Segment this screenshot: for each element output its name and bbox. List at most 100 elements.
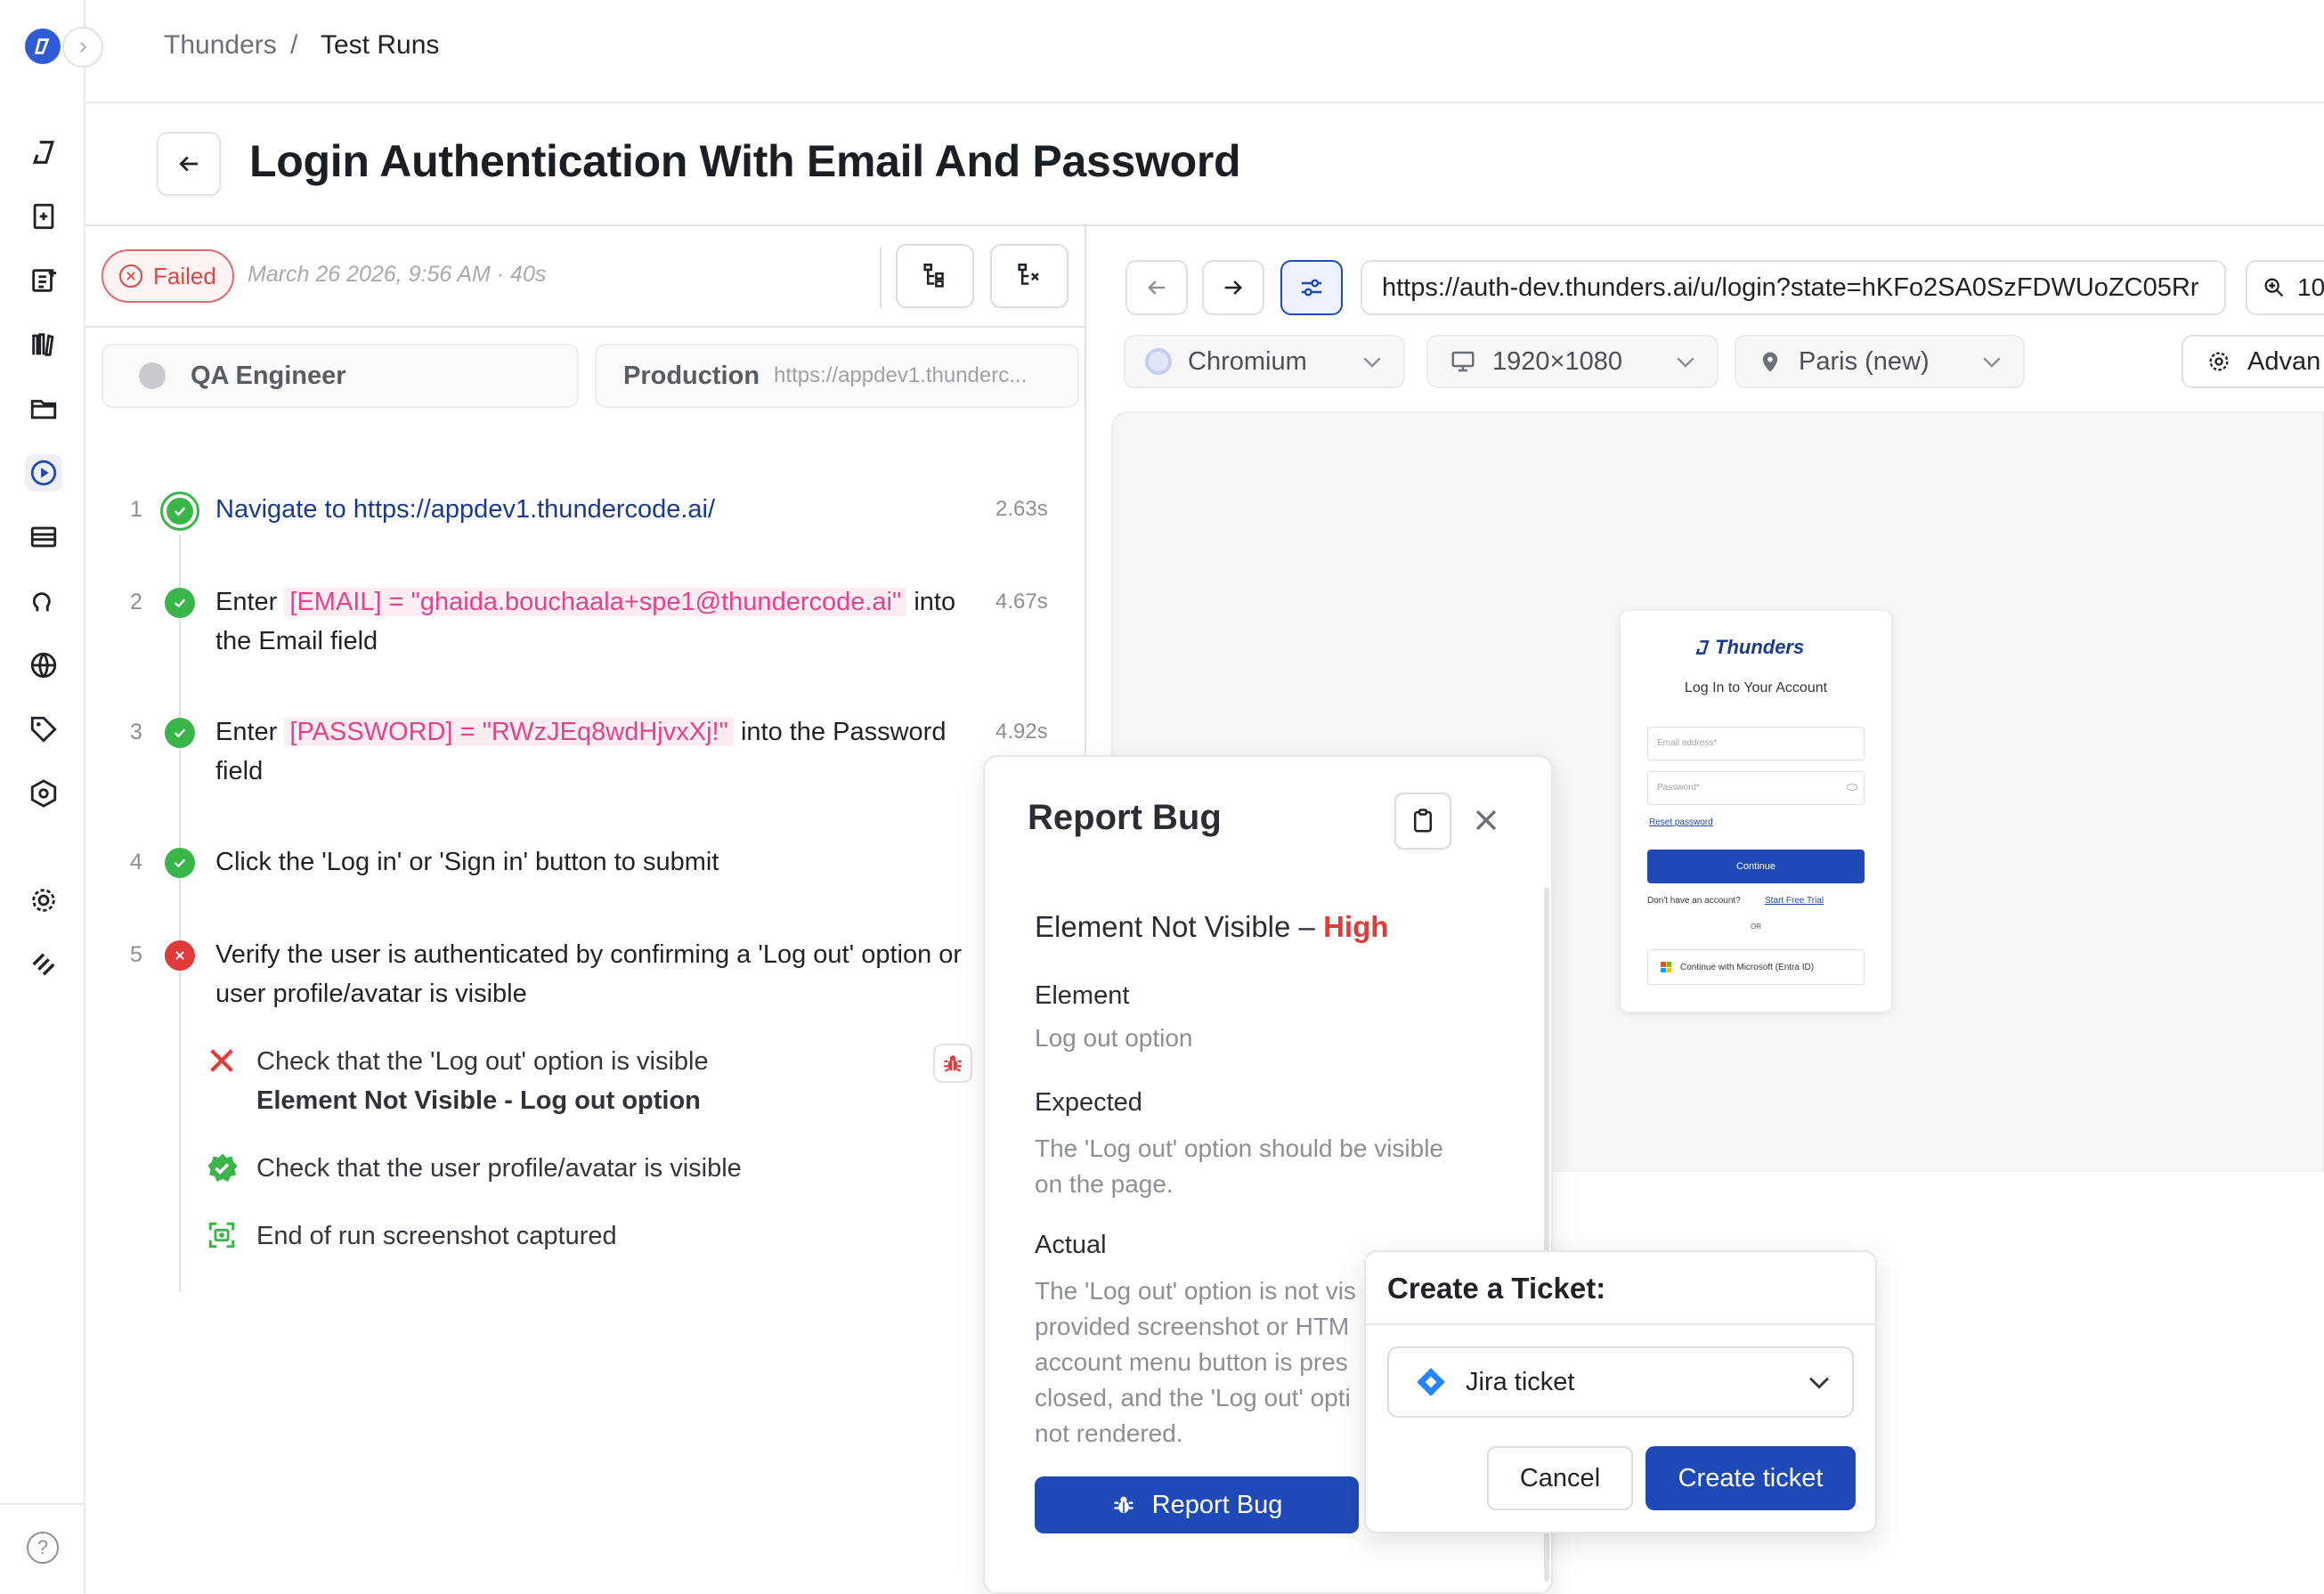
chromium-icon xyxy=(1145,348,1172,375)
resolution: 1920×1080 xyxy=(1492,346,1622,376)
preview-no-account: Don't have an account? xyxy=(1647,896,1741,906)
create-ticket-button[interactable]: Create ticket xyxy=(1645,1446,1856,1510)
actual-line: not rendered. xyxy=(1035,1419,1183,1447)
modal-title: Report Bug xyxy=(1028,798,1222,837)
app-logo-icon[interactable] xyxy=(25,28,61,64)
url-bar[interactable]: https://auth-dev.thunders.ai/u/login?sta… xyxy=(1361,260,2226,315)
check-circle-icon xyxy=(165,718,195,748)
preview-password-input[interactable]: Password* xyxy=(1647,771,1865,805)
actual-line: closed, and the 'Log out' opti xyxy=(1035,1384,1351,1411)
substep-text: Check that the 'Log out' option is visib… xyxy=(256,1047,709,1076)
ai-brain-icon[interactable] xyxy=(25,582,62,620)
step-number: 2 xyxy=(130,590,142,614)
ticket-type-value: Jira ticket xyxy=(1466,1367,1575,1396)
zoom-level: 10 xyxy=(2297,273,2324,301)
resolution-select[interactable]: 1920×1080 xyxy=(1426,335,1719,388)
step-suffix: field xyxy=(215,757,264,785)
breadcrumb-separator: / xyxy=(290,30,298,60)
expected-line: The 'Log out' option should be visible xyxy=(1035,1135,1444,1162)
substep-text: Check that the user profile/avatar is vi… xyxy=(256,1154,742,1183)
back-button[interactable] xyxy=(157,132,221,196)
check-circle-icon xyxy=(165,848,195,878)
login-preview-card: Thunders Log In to Your Account Email ad… xyxy=(1621,611,1891,1012)
severity-label: High xyxy=(1323,910,1389,943)
copy-button[interactable] xyxy=(1394,793,1451,850)
status-label: Failed xyxy=(153,262,216,289)
eye-icon[interactable] xyxy=(1847,784,1857,791)
zoom-in-icon xyxy=(2264,278,2284,297)
step-text[interactable]: Click the 'Log in' or 'Sign in' button t… xyxy=(215,842,719,882)
browser-engine-select[interactable]: Chromium xyxy=(1124,335,1405,388)
cancel-button[interactable]: Cancel xyxy=(1487,1446,1633,1510)
step-suffix: into xyxy=(914,588,956,616)
monitor-icon xyxy=(1451,351,1475,372)
integrations-icon[interactable] xyxy=(25,775,62,812)
tag-icon[interactable] xyxy=(25,711,62,748)
step-prefix: Enter xyxy=(215,718,278,746)
step-number: 4 xyxy=(130,850,142,874)
globe-icon[interactable] xyxy=(25,647,62,684)
ticket-type-select[interactable]: Jira ticket xyxy=(1387,1346,1854,1418)
advanced-label: Advan xyxy=(2247,346,2321,376)
persona-name: QA Engineer xyxy=(191,361,346,390)
preview-email-input[interactable]: Email address* xyxy=(1647,727,1865,760)
preview-reset-link[interactable]: Reset password xyxy=(1649,817,1713,827)
persona-chip[interactable]: QA Engineer xyxy=(102,344,579,408)
api-icon[interactable] xyxy=(25,946,62,983)
actual-line: account menu button is pres xyxy=(1035,1348,1348,1376)
substep-detail: Element Not Visible - Log out option xyxy=(256,1086,701,1115)
folder-icon[interactable] xyxy=(25,390,62,427)
test-runs-icon[interactable] xyxy=(25,454,62,492)
step-duration: 4.92s xyxy=(995,720,1048,744)
tree-expand-icon xyxy=(923,263,944,288)
arrow-left-icon xyxy=(1148,281,1166,295)
environment-chip[interactable]: Production https://appdev1.thunderc... xyxy=(595,344,1079,408)
step-text[interactable]: Navigate to https://appdev1.thundercode.… xyxy=(215,490,715,529)
report-bug-submit-button[interactable]: Report Bug xyxy=(1035,1476,1359,1533)
create-ticket-popover: Create a Ticket: Jira ticket Cancel Crea… xyxy=(1364,1250,1877,1533)
environments-icon[interactable] xyxy=(25,518,62,556)
sidebar: ? xyxy=(0,0,103,1594)
jira-icon xyxy=(1417,1368,1445,1396)
tree-collapse-icon xyxy=(1018,263,1039,285)
environment-name: Production xyxy=(623,361,760,390)
expand-tree-button[interactable] xyxy=(896,244,974,308)
environment-url: https://appdev1.thunderc... xyxy=(774,363,1028,387)
browser-back-button[interactable] xyxy=(1125,260,1188,315)
library-icon[interactable] xyxy=(25,326,62,363)
test-plans-icon[interactable] xyxy=(25,262,62,299)
chevron-down-icon xyxy=(1677,357,1694,368)
test-cases-icon[interactable] xyxy=(25,198,62,235)
step-text[interactable]: Enter [PASSWORD] = "RWzJEq8wdHjvxXj!" in… xyxy=(215,712,972,791)
preview-heading: Log In to Your Account xyxy=(1684,680,1828,695)
step-suffix: into the Password xyxy=(740,718,947,746)
settings-gear-icon[interactable] xyxy=(25,882,62,919)
collapse-tree-button[interactable] xyxy=(990,244,1069,308)
preview-continue-button[interactable]: Continue xyxy=(1647,850,1865,883)
browser-forward-button[interactable] xyxy=(1202,260,1264,315)
close-icon[interactable] xyxy=(1471,805,1501,840)
zoom-button[interactable]: 10 xyxy=(2246,260,2324,315)
run-steps-panel xyxy=(85,226,1086,1594)
x-mark-icon xyxy=(207,1045,237,1080)
element-value: Log out option xyxy=(1035,1024,1193,1052)
help-icon[interactable]: ? xyxy=(27,1532,59,1564)
step-text[interactable]: Enter [EMAIL] = "ghaida.bouchaala+spe1@t… xyxy=(215,582,972,661)
step-number: 1 xyxy=(130,497,142,522)
breadcrumb-current: Test Runs xyxy=(321,30,440,60)
expected-text: The 'Log out' option should be visible o… xyxy=(1035,1131,1443,1202)
check-circle-icon xyxy=(160,492,199,531)
preview-microsoft-button[interactable]: Continue with Microsoft (Entra ID) xyxy=(1647,949,1865,985)
step-suffix: the Email field xyxy=(215,627,378,655)
advanced-button[interactable]: Advan xyxy=(2182,335,2324,388)
step-line: Verify the user is authenticated by conf… xyxy=(215,940,963,969)
browser-settings-button[interactable] xyxy=(1280,260,1343,315)
report-bug-button[interactable] xyxy=(933,1044,972,1083)
home-icon[interactable] xyxy=(25,134,62,171)
actual-line: provided screenshot or HTM xyxy=(1035,1313,1350,1340)
breadcrumb-project[interactable]: Thunders xyxy=(164,30,277,61)
step-text[interactable]: Verify the user is authenticated by conf… xyxy=(215,935,999,1013)
location-select[interactable]: Paris (new) xyxy=(1735,335,2025,388)
map-pin-icon xyxy=(1762,352,1778,372)
preview-trial-link[interactable]: Start Free Trial xyxy=(1765,896,1824,906)
